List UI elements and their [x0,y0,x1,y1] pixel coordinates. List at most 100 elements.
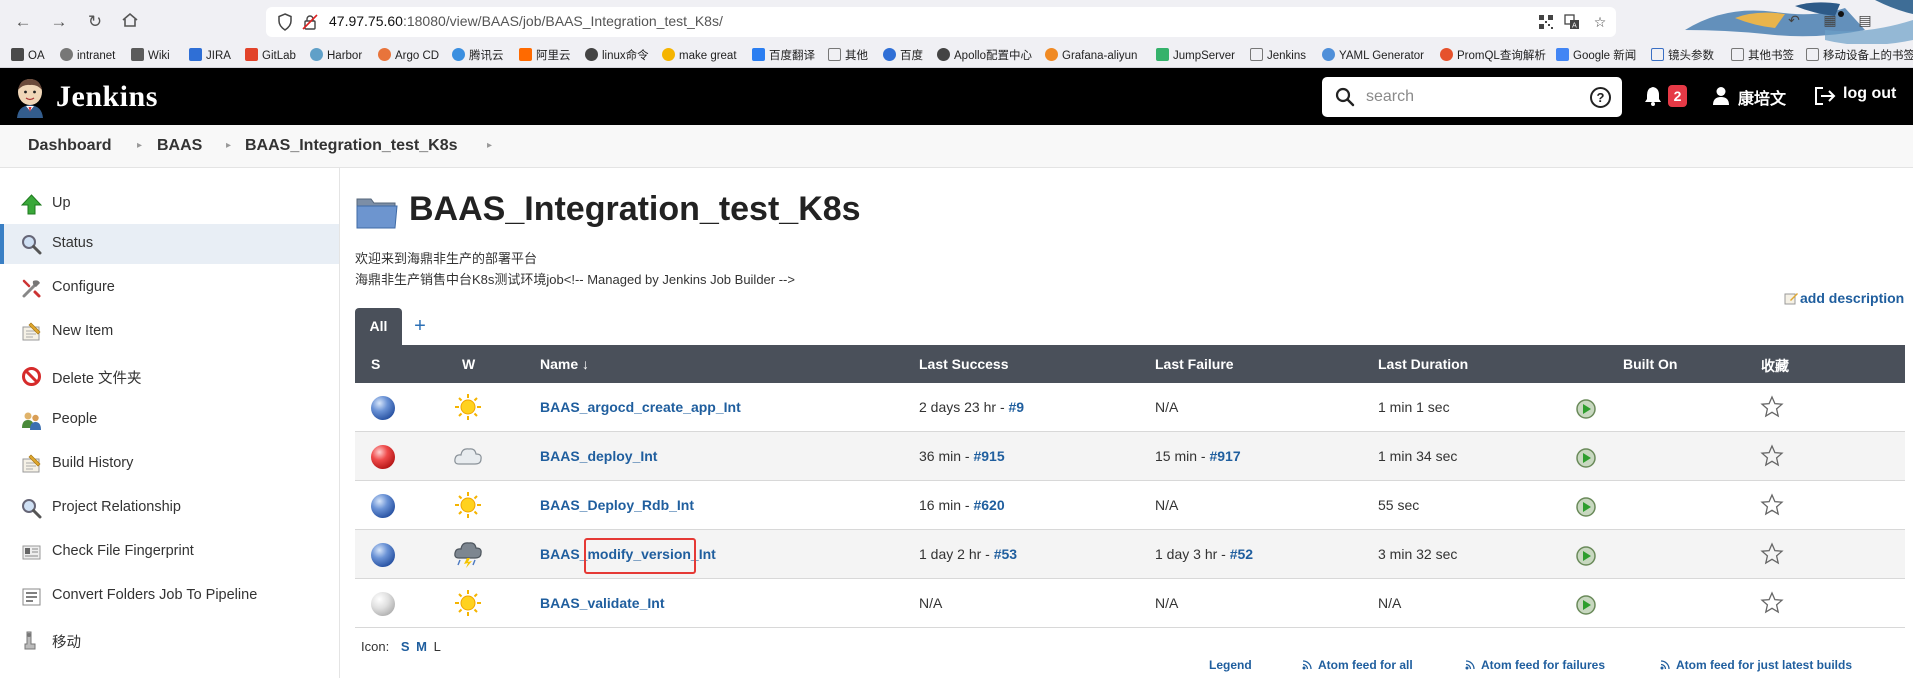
reload-icon[interactable]: ↻ [84,11,106,33]
job-link[interactable]: BAAS_Deploy_Rdb_Int [540,497,694,513]
status-grey-ball-icon[interactable] [371,592,395,616]
atom-feed-all-link[interactable]: Atom feed for all [1302,658,1413,672]
atom-feed-latest-link[interactable]: Atom feed for just latest builds [1660,658,1852,672]
bookmark-linux[interactable]: linux命令 [585,47,649,65]
chevron-right-icon[interactable]: ▸ [487,140,492,151]
bookmark-harbor[interactable]: Harbor [310,47,362,65]
schedule-build-icon[interactable] [1575,495,1599,517]
build-link[interactable]: #53 [994,546,1017,562]
undo-icon[interactable]: ↶ [1785,12,1803,28]
header-last-duration[interactable]: Last Duration [1378,356,1468,372]
bookmark-jumpserver[interactable]: JumpServer [1156,47,1235,65]
bookmark-folder-mobile[interactable]: 移动设备上的书签 [1806,47,1913,65]
sidebar-item-project-relationship[interactable]: Project Relationship [0,488,339,528]
translate-icon[interactable]: A [1563,14,1581,30]
sidebar-toggle-icon[interactable]: ▤ [1856,12,1874,28]
jenkins-title[interactable]: Jenkins [56,80,158,114]
help-icon[interactable]: ? [1590,87,1611,108]
weather-thunderstorm-icon[interactable] [453,540,483,568]
favorite-star-icon[interactable] [1760,395,1784,419]
sidebar-item-up[interactable]: Up [0,184,339,224]
weather-sunny-icon[interactable] [453,491,483,519]
chevron-right-icon[interactable]: ▸ [226,140,231,151]
bookmark-folder-other-bookmarks[interactable]: 其他书签 [1731,47,1794,65]
shield-icon[interactable] [277,13,293,31]
favorite-star-icon[interactable] [1760,493,1784,517]
bookmark-baidu-translate[interactable]: 百度翻译 [752,47,815,65]
bookmark-folder-jenkins[interactable]: Jenkins [1250,47,1306,65]
bookmark-wiki[interactable]: Wiki [131,47,170,65]
status-red-ball-icon[interactable] [371,445,395,469]
user-icon[interactable] [1712,86,1730,106]
sidebar-item-delete-folder[interactable]: Delete 文件夹 [0,356,339,396]
header-built-on[interactable]: Built On [1623,356,1677,372]
legend-link[interactable]: Legend [1209,658,1252,672]
bookmark-google-news[interactable]: Google 新闻 [1556,47,1636,65]
header-status[interactable]: S [371,356,380,372]
add-description-link[interactable]: add description [1784,290,1904,306]
url-text[interactable]: 47.97.75.60:18080/view/BAAS/job/BAAS_Int… [329,13,723,29]
schedule-build-icon[interactable] [1575,397,1599,419]
sidebar-item-build-history[interactable]: Build History [0,444,339,484]
sidebar-item-convert-folders[interactable]: Convert Folders Job To Pipeline [0,576,339,616]
weather-cloudy-icon[interactable] [453,442,483,470]
bookmark-apollo[interactable]: Apollo配置中心 [937,47,1032,65]
sidebar-item-people[interactable]: People [0,400,339,440]
header-name[interactable]: Name ↓ [540,356,589,372]
breadcrumb-current-job[interactable]: BAAS_Integration_test_K8s [245,137,458,155]
bell-icon[interactable] [1644,86,1662,106]
forward-icon[interactable]: → [48,11,70,33]
sidebar-item-configure[interactable]: Configure [0,268,339,308]
job-link[interactable]: BAAS_argocd_create_app_Int [540,399,741,415]
job-link[interactable]: BAAS_deploy_Int [540,448,657,464]
icon-size-medium[interactable]: M [416,639,427,654]
header-favorite[interactable]: 收藏 [1761,356,1789,376]
header-weather[interactable]: W [462,356,475,372]
atom-feed-failures-link[interactable]: Atom feed for failures [1465,658,1605,672]
weather-sunny-icon[interactable] [453,589,483,617]
build-link[interactable]: #915 [973,448,1004,464]
tab-all[interactable]: All [355,308,402,345]
bookmark-yaml-generator[interactable]: YAML Generator [1322,47,1424,65]
logout-link[interactable]: log out [1843,85,1896,103]
schedule-build-icon[interactable] [1575,446,1599,468]
schedule-build-icon[interactable] [1575,544,1599,566]
bookmark-aliyun[interactable]: 阿里云 [519,47,571,65]
favorite-star-icon[interactable] [1760,591,1784,615]
search-input[interactable] [1366,86,1566,108]
add-view-button[interactable]: + [410,316,430,336]
status-blue-ball-icon[interactable] [371,543,395,567]
favorite-star-icon[interactable] [1760,542,1784,566]
sidebar-item-check-file-fingerprint[interactable]: Check File Fingerprint [0,532,339,572]
bookmark-gitlab[interactable]: GitLab [245,47,296,65]
logout-icon[interactable] [1814,86,1836,106]
bookmark-intranet[interactable]: intranet [60,47,115,65]
notification-badge[interactable]: 2 [1668,85,1687,107]
back-icon[interactable]: ← [12,11,34,33]
user-name-link[interactable]: 康培文 [1738,85,1786,109]
bookmark-folder-other[interactable]: 其他 [828,47,868,65]
qr-code-icon[interactable] [1537,14,1555,30]
bookmark-star-icon[interactable]: ☆ [1591,14,1609,30]
insecure-lock-icon[interactable] [302,14,318,30]
bookmark-jira[interactable]: JIRA [189,47,231,65]
breadcrumb-dashboard[interactable]: Dashboard [28,137,112,155]
header-last-failure[interactable]: Last Failure [1155,356,1234,372]
bookmark-grafana[interactable]: Grafana-aliyun [1045,47,1137,65]
chevron-right-icon[interactable]: ▸ [137,140,142,151]
status-blue-ball-icon[interactable] [371,396,395,420]
sidebar-item-new-item[interactable]: New Item [0,312,339,352]
build-link[interactable]: #9 [1009,399,1025,415]
build-link[interactable]: #620 [973,497,1004,513]
bookmark-tencent[interactable]: 腾讯云 [452,47,504,65]
bookmark-lens[interactable]: 镜头参数 [1651,47,1714,65]
bookmark-argocd[interactable]: Argo CD [378,47,439,65]
bookmark-oa[interactable]: OA [11,47,45,65]
search-box[interactable]: ? [1322,77,1622,117]
sidebar-item-status[interactable]: Status [0,224,339,264]
favorite-star-icon[interactable] [1760,444,1784,468]
breadcrumb-baas[interactable]: BAAS [157,137,202,155]
address-bar[interactable]: 47.97.75.60:18080/view/BAAS/job/BAAS_Int… [266,7,1616,37]
icon-size-small[interactable]: S [401,639,410,654]
jenkins-butler-logo[interactable] [13,76,47,118]
